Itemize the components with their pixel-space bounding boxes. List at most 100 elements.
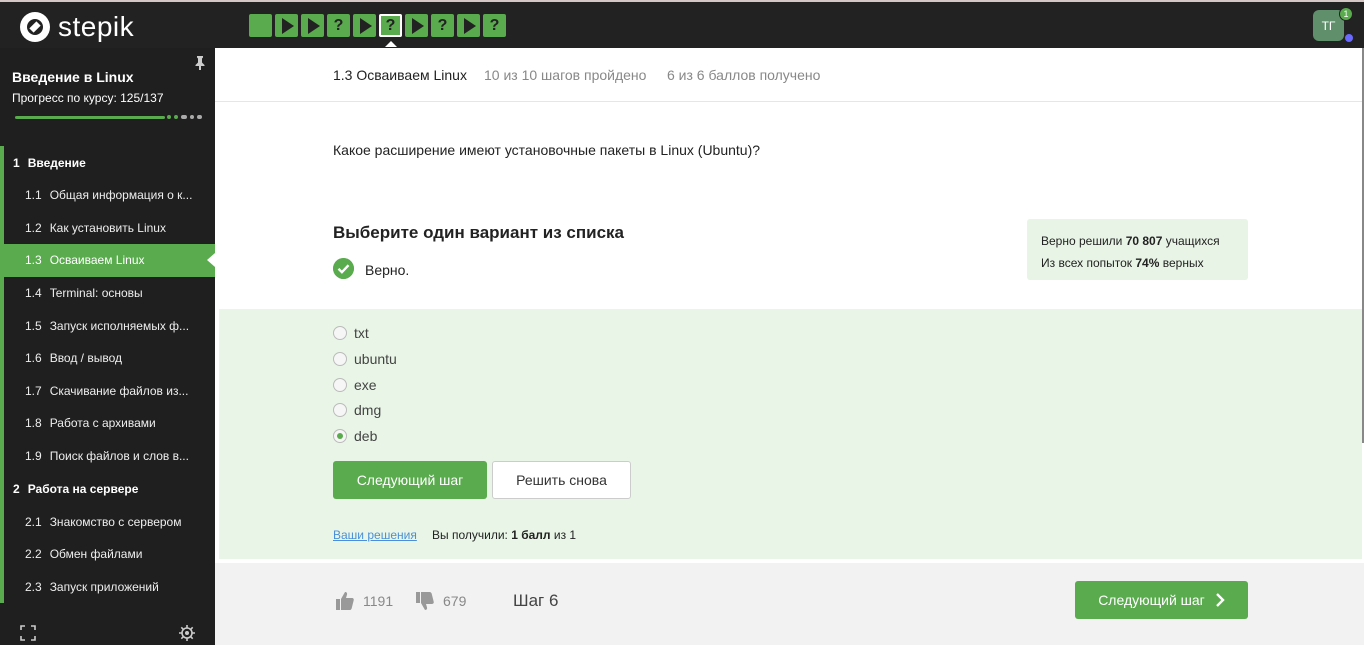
lesson-steps-progress: 10 из 10 шагов пройдено	[484, 67, 647, 83]
chevron-right-icon	[1215, 593, 1225, 607]
sidebar-item-label: Обмен файлами	[49, 547, 143, 562]
radio-button[interactable]	[333, 326, 347, 340]
sidebar-item-1-6[interactable]: 1.6 Ввод / вывод	[0, 341, 215, 375]
lesson-header: 1.3 Осваиваем Linux 10 из 10 шагов пройд…	[215, 48, 1362, 102]
quiz-stats: Верно решили 70 807 учащихся Из всех поп…	[1027, 219, 1248, 280]
your-solutions-link[interactable]: Ваши решения	[333, 528, 417, 542]
sidebar-item-number: 1.8	[25, 416, 42, 431]
fullscreen-icon[interactable]	[20, 625, 36, 641]
option-exe[interactable]: exe	[333, 377, 377, 393]
thumbs-down-icon	[416, 592, 434, 610]
sidebar-item-label: Поиск файлов и слов в...	[49, 449, 189, 464]
step-6-quiz[interactable]: ?	[379, 14, 402, 47]
sidebar-item-2-1[interactable]: 2.1 Знакомство с сервером	[0, 505, 215, 538]
step-4-quiz[interactable]: ?	[327, 14, 350, 37]
dislike-button[interactable]: 679	[415, 591, 466, 611]
stepik-logo-icon	[20, 12, 50, 42]
step-2-play[interactable]	[275, 14, 298, 37]
option-label: exe	[354, 377, 377, 393]
sidebar-item-1-7[interactable]: 1.7 Скачивание файлов из...	[0, 374, 215, 408]
sidebar-section-1[interactable]: 1 Введение	[0, 146, 215, 179]
sidebar-item-label: Работа на сервере	[27, 481, 139, 496]
sidebar-item-1-2[interactable]: 1.2 Как установить Linux	[0, 211, 215, 245]
sidebar-section-2[interactable]: 2 Работа на сервере	[0, 472, 215, 506]
option-dmg[interactable]: dmg	[333, 402, 381, 418]
sidebar-item-number: 1.3	[25, 253, 42, 268]
step-5-play[interactable]	[353, 14, 376, 37]
step-navigation: ????	[249, 14, 506, 47]
step-3-play[interactable]	[301, 14, 324, 37]
sidebar-item-number: 1.1	[25, 188, 42, 203]
dislike-count: 679	[443, 593, 467, 609]
score-text: Вы получили: 1 балл из 1	[432, 528, 577, 542]
sidebar-item-label: Скачивание файлов из...	[49, 383, 189, 398]
course-progress-bar	[15, 116, 165, 119]
gear-icon[interactable]	[178, 624, 196, 642]
sidebar-item-label: Осваиваем Linux	[49, 253, 145, 268]
lesson-list: 1 Введение 1.1 Общая информация о к... 1.2 Ка…	[0, 146, 215, 604]
option-ubuntu[interactable]: ubuntu	[333, 351, 397, 367]
retry-button[interactable]: Решить снова	[492, 461, 631, 499]
progress-remaining-dots	[167, 115, 202, 119]
check-icon	[333, 258, 354, 279]
step-10-quiz[interactable]: ?	[483, 14, 506, 37]
sidebar-item-number: 2.3	[25, 579, 42, 594]
sidebar-item-label: Работа с архивами	[49, 416, 156, 431]
option-label: deb	[354, 428, 378, 444]
verdict-text: Верно.	[365, 262, 410, 278]
course-title[interactable]: Введение в Linux	[12, 69, 134, 85]
radio-button[interactable]	[333, 403, 347, 417]
option-txt[interactable]: txt	[333, 325, 369, 341]
stats-attempts: Из всех попыток 74% верных	[1041, 256, 1204, 270]
status-dot	[1345, 34, 1353, 42]
sidebar-item-number: 1	[13, 155, 20, 170]
sidebar-item-number: 2.1	[25, 514, 42, 529]
sidebar-item-1-8[interactable]: 1.8 Работа с архивами	[0, 407, 215, 440]
notification-badge[interactable]: 1	[1339, 7, 1353, 21]
sidebar-item-number: 1.7	[25, 383, 42, 398]
thumbs-up-icon	[336, 592, 354, 610]
sidebar-item-number: 1.2	[25, 220, 42, 235]
step-7-play[interactable]	[405, 14, 428, 37]
sidebar-item-number: 1.4	[25, 286, 42, 301]
sidebar-item-label: Знакомство с сервером	[49, 514, 182, 529]
step-1-text[interactable]	[249, 14, 272, 37]
like-button[interactable]: 1191	[335, 591, 393, 611]
option-label: ubuntu	[354, 351, 397, 367]
pin-icon[interactable]	[194, 56, 206, 70]
option-label: txt	[354, 325, 369, 341]
next-step-button[interactable]: Следующий шаг	[333, 461, 487, 499]
lesson-points-progress: 6 из 6 баллов получено	[667, 67, 821, 83]
lesson-title: 1.3 Осваиваем Linux	[333, 67, 467, 83]
sidebar-item-label: Запуск приложений	[49, 579, 159, 594]
footer-next-step-button[interactable]: Следующий шаг	[1075, 581, 1248, 619]
radio-button[interactable]	[333, 429, 347, 443]
option-deb[interactable]: deb	[333, 428, 377, 444]
sidebar-item-label: Как установить Linux	[49, 220, 166, 235]
step-8-quiz[interactable]: ?	[431, 14, 454, 37]
sidebar-item-2-2[interactable]: 2.2 Обмен файлами	[0, 537, 215, 571]
sidebar-item-1-1[interactable]: 1.1 Общая информация о к...	[0, 179, 215, 212]
course-progress-label: Прогресс по курсу: 125/137	[12, 91, 164, 105]
quiz-title: Выберите один вариант из списка	[333, 223, 624, 242]
sidebar-item-1-3[interactable]: 1.3 Осваиваем Linux	[0, 244, 215, 277]
sidebar-item-2-3[interactable]: 2.3 Запуск приложений	[0, 570, 215, 604]
footer-next-label: Следующий шаг	[1098, 592, 1205, 608]
sidebar-item-1-9[interactable]: 1.9 Поиск файлов и слов в...	[0, 439, 215, 473]
option-label: dmg	[354, 402, 382, 418]
sidebar-item-1-4[interactable]: 1.4 Terminal: основы	[0, 276, 215, 310]
like-count: 1191	[363, 593, 394, 609]
stepik-logo[interactable]: stepik	[20, 11, 134, 43]
sidebar-item-label: Ввод / вывод	[49, 351, 122, 366]
sidebar-footer	[0, 620, 215, 645]
sidebar-item-label: Общая информация о к...	[49, 188, 193, 203]
sidebar-item-number: 1.5	[25, 318, 42, 333]
question-text: Какое расширение имеют установочные паке…	[333, 142, 761, 158]
step-9-play[interactable]	[457, 14, 480, 37]
radio-button[interactable]	[333, 352, 347, 366]
sidebar-item-1-5[interactable]: 1.5 Запуск исполняемых ф...	[0, 309, 215, 342]
sidebar-item-label: Запуск исполняемых ф...	[49, 318, 190, 333]
top-bar: stepik ????	[0, 0, 1364, 48]
radio-button[interactable]	[333, 378, 347, 392]
sidebar-item-number: 2.2	[25, 547, 42, 562]
